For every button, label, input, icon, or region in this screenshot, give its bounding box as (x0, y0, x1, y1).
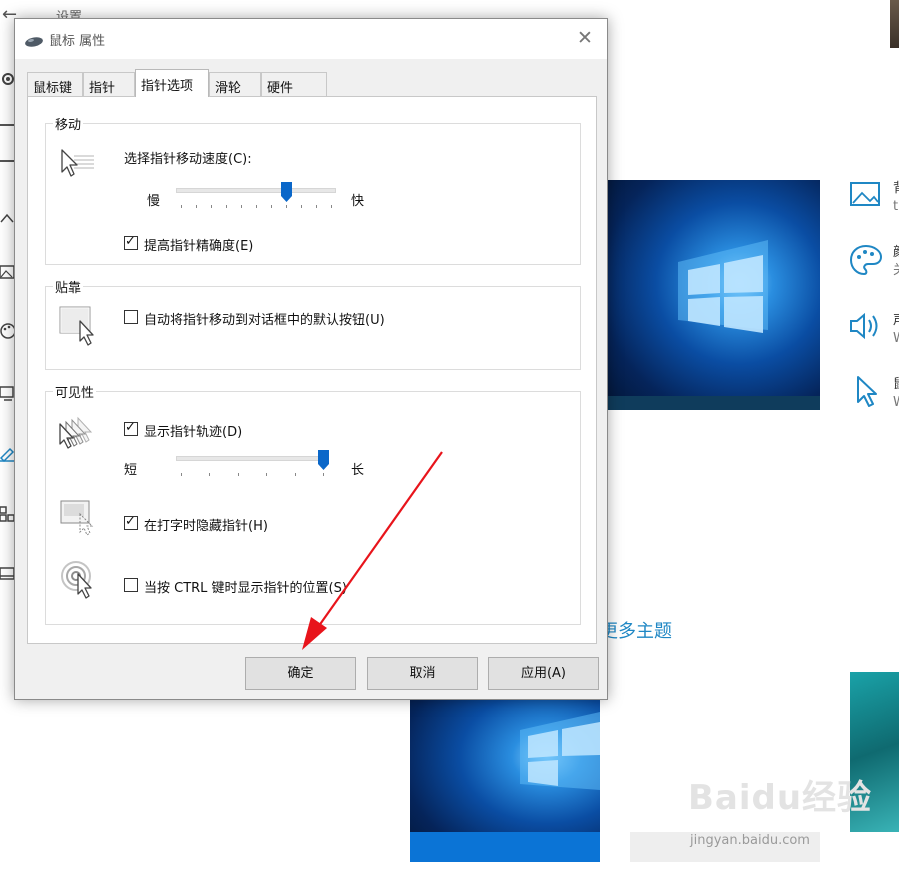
pointer-trails-checkbox[interactable] (124, 420, 138, 436)
motion-legend: 移动 (53, 114, 84, 133)
close-icon: ✕ (577, 27, 593, 49)
dialog-title: 鼠标 属性 (49, 34, 106, 49)
precision-label: 提高指针精确度(E) (144, 239, 254, 254)
close-button[interactable]: ✕ (563, 19, 607, 59)
show-location-icon (60, 560, 98, 604)
snap-to-label: 自动将指针移动到对话框中的默认按钮(U) (144, 313, 385, 328)
mouse-properties-dialog: 鼠标 属性 ✕ 鼠标键 指针 指针选项 滑轮 硬件 移动 选择指针移动速度(C) (14, 18, 608, 700)
hide-while-typing-icon (60, 500, 98, 540)
slow-label: 慢 (147, 194, 161, 209)
pointer-speed-label: 选择指针移动速度(C): (124, 152, 252, 167)
more-themes-link[interactable]: 更多主题 (600, 617, 672, 643)
slider-tick (286, 205, 287, 208)
side-title-background: 背 (893, 181, 899, 196)
slider-tick (181, 205, 182, 208)
tab-buttons[interactable]: 鼠标键 (27, 72, 83, 96)
pointer-speed-icon (58, 146, 96, 186)
short-label: 短 (124, 463, 138, 478)
ok-button[interactable]: 确定 (245, 657, 356, 690)
apply-button[interactable]: 应用(A) (488, 657, 599, 690)
side-sub-background: t (893, 199, 899, 214)
side-sub-mouse: W (893, 395, 899, 410)
cursor-icon[interactable] (848, 374, 884, 410)
tab-label: 硬件 (267, 81, 294, 96)
visibility-group: 可见性 显示指针轨迹(D) 短 长 (45, 382, 581, 625)
tab-wheel[interactable]: 滑轮 (209, 72, 261, 96)
slider-tick (323, 473, 324, 476)
slider-tick (226, 205, 227, 208)
snap-to-legend: 贴靠 (53, 277, 84, 296)
tab-hardware[interactable]: 硬件 (261, 72, 327, 96)
speaker-icon[interactable] (848, 308, 884, 344)
slider-tick (196, 205, 197, 208)
watermark-url: jingyan.baidu.com (690, 833, 810, 848)
pointer-options-panel: 移动 选择指针移动速度(C): 慢 快 提高指针精确度(E) (27, 96, 597, 644)
hide-while-typing-label: 在打字时隐藏指针(H) (144, 519, 268, 534)
slider-tick (316, 205, 317, 208)
mouse-icon (24, 33, 44, 52)
motion-group: 移动 选择指针移动速度(C): 慢 快 提高指针精确度(E) (45, 114, 581, 265)
precision-checkbox[interactable] (124, 234, 138, 250)
side-title-mouse: 鼠 (893, 377, 899, 392)
slider-tick (237, 473, 239, 476)
slider-track (176, 456, 328, 461)
side-sub-sound: W (893, 331, 899, 346)
side-title-color: 颜 (893, 245, 899, 260)
slider-tick (301, 205, 302, 208)
tab-label: 指针 (89, 81, 116, 96)
pointer-trails-label: 显示指针轨迹(D) (144, 425, 243, 440)
cancel-button[interactable]: 取消 (367, 657, 478, 690)
slider-tick (241, 205, 242, 208)
visibility-legend: 可见性 (53, 382, 97, 401)
theme-thumbnail-windows[interactable] (410, 700, 600, 862)
snap-to-group: 贴靠 自动将指针移动到对话框中的默认按钮(U) (45, 277, 581, 370)
slider-tick (211, 205, 212, 208)
slider-tick (331, 205, 332, 208)
dialog-titlebar[interactable]: 鼠标 属性 ✕ (15, 19, 607, 59)
picture-icon[interactable] (848, 178, 884, 214)
home-icon[interactable] (0, 212, 14, 234)
trail-length-slider[interactable] (176, 450, 329, 480)
slider-track (176, 188, 336, 193)
slider-tick (181, 473, 182, 476)
watermark-logo: Baidu经验 (688, 778, 873, 818)
slider-tick (209, 473, 211, 476)
slider-tick (256, 205, 257, 208)
show-location-label: 当按 CTRL 键时显示指针的位置(S) (144, 581, 347, 596)
tab-pointers[interactable]: 指针 (83, 72, 135, 96)
tab-pointer-options[interactable]: 指针选项 (135, 69, 209, 97)
tab-label: 滑轮 (215, 81, 242, 96)
pointer-trails-icon (58, 416, 100, 454)
hide-while-typing-checkbox[interactable] (124, 514, 138, 530)
pointer-speed-slider[interactable] (176, 182, 336, 212)
slider-tick (266, 473, 268, 476)
corner-thumbnail (890, 0, 899, 48)
tab-label: 指针选项 (141, 79, 194, 94)
show-location-checkbox[interactable] (124, 578, 138, 592)
slider-tick (271, 205, 272, 208)
snap-to-button-icon (58, 305, 100, 351)
long-label: 长 (351, 463, 365, 478)
tab-label: 鼠标键 (33, 81, 73, 96)
side-sub-color: 关 (893, 263, 899, 278)
theme-preview-image (608, 180, 820, 410)
slider-tick (294, 473, 296, 476)
palette-icon[interactable] (848, 242, 884, 278)
snap-to-checkbox[interactable] (124, 310, 138, 324)
slider-thumb[interactable] (281, 182, 292, 202)
fast-label: 快 (351, 194, 365, 209)
slider-thumb[interactable] (318, 450, 329, 470)
side-title-sound: 声 (893, 313, 899, 328)
